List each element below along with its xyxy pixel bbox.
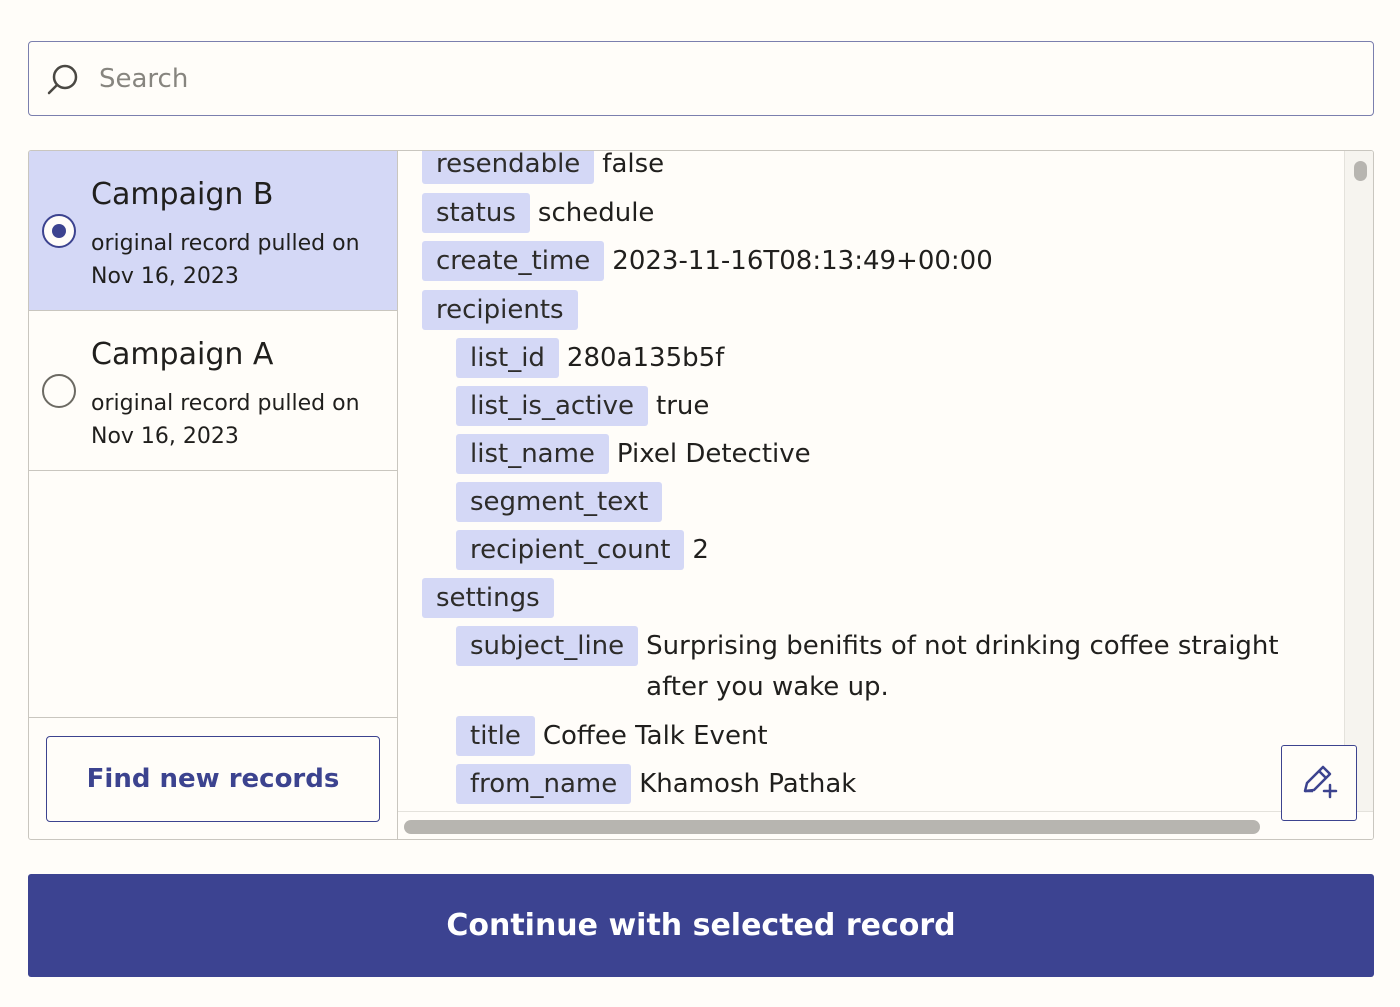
- record-item-campaign-a[interactable]: Campaign A original record pulled on Nov…: [29, 311, 397, 471]
- field-key: list_name: [456, 434, 609, 474]
- field-key: from_name: [456, 764, 632, 804]
- field-row: recipient_count 2: [456, 530, 709, 570]
- search-icon: [45, 61, 81, 97]
- radio-selected[interactable]: [42, 214, 76, 248]
- horizontal-scrollbar[interactable]: [398, 811, 1373, 839]
- field-key: recipients: [422, 290, 578, 330]
- record-pulled-date: original record pulled on Nov 16, 2023: [91, 387, 391, 453]
- record-date: Nov 16, 2023: [91, 264, 239, 289]
- field-key: list_is_active: [456, 386, 648, 426]
- record-pulled-label: original record pulled on: [91, 231, 360, 256]
- field-row: list_is_active true: [456, 386, 709, 426]
- vertical-scrollbar-thumb[interactable]: [1354, 161, 1367, 181]
- record-name: Campaign A: [91, 337, 274, 372]
- field-value: Pixel Detective: [616, 439, 811, 469]
- records-panel: Campaign B original record pulled on Nov…: [28, 150, 1374, 840]
- field-row: create_time 2023-11-16T08:13:49+00:00: [422, 241, 993, 281]
- field-row: resendable false: [422, 151, 664, 184]
- field-key: settings: [422, 578, 554, 618]
- search-input[interactable]: [97, 56, 1297, 102]
- field-value: 280a135b5f: [566, 343, 725, 373]
- field-row: from_name Khamosh Pathak: [456, 764, 856, 804]
- find-new-records-button[interactable]: Find new records: [46, 736, 380, 822]
- field-row: subject_line Surprising benifits of not …: [456, 626, 1288, 702]
- field-row: list_id 280a135b5f: [456, 338, 724, 378]
- record-pulled-label: original record pulled on: [91, 391, 360, 416]
- field-key: resendable: [422, 151, 595, 184]
- field-row: recipients: [422, 290, 578, 330]
- vertical-scrollbar[interactable]: [1344, 151, 1373, 811]
- field-key: create_time: [422, 241, 605, 281]
- field-value: 2: [692, 535, 709, 565]
- record-pulled-date: original record pulled on Nov 16, 2023: [91, 227, 391, 293]
- radio-unselected[interactable]: [42, 374, 76, 408]
- field-key: recipient_count: [456, 530, 685, 570]
- record-name: Campaign B: [91, 177, 274, 212]
- field-value: 2023-11-16T08:13:49+00:00: [612, 246, 993, 276]
- field-row: title Coffee Talk Event: [456, 716, 768, 756]
- field-value: Coffee Talk Event: [542, 721, 768, 751]
- field-row: segment_text: [456, 482, 663, 522]
- field-value: schedule: [537, 198, 655, 228]
- field-key: segment_text: [456, 482, 663, 522]
- field-value: Surprising benifits of not drinking coff…: [646, 631, 1279, 702]
- field-key: list_id: [456, 338, 559, 378]
- records-list: Campaign B original record pulled on Nov…: [29, 151, 398, 839]
- field-row: status schedule: [422, 193, 654, 233]
- field-key: title: [456, 716, 535, 756]
- record-detail: resendable false status schedule create_…: [398, 151, 1373, 839]
- edit-add-icon: [1299, 761, 1339, 805]
- field-value: Khamosh Pathak: [639, 769, 857, 799]
- field-value: false: [602, 151, 665, 179]
- search-box[interactable]: [28, 41, 1374, 116]
- field-row: list_name Pixel Detective: [456, 434, 811, 474]
- records-list-footer: Find new records: [29, 717, 397, 839]
- horizontal-scrollbar-thumb[interactable]: [404, 820, 1260, 834]
- field-key: subject_line: [456, 626, 639, 666]
- record-item-campaign-b[interactable]: Campaign B original record pulled on Nov…: [29, 151, 397, 311]
- field-key: status: [422, 193, 530, 233]
- field-row: settings: [422, 578, 554, 618]
- continue-with-selected-record-button[interactable]: Continue with selected record: [28, 874, 1374, 977]
- record-date: Nov 16, 2023: [91, 424, 239, 449]
- edit-add-button[interactable]: [1281, 745, 1357, 821]
- field-value: true: [656, 391, 710, 421]
